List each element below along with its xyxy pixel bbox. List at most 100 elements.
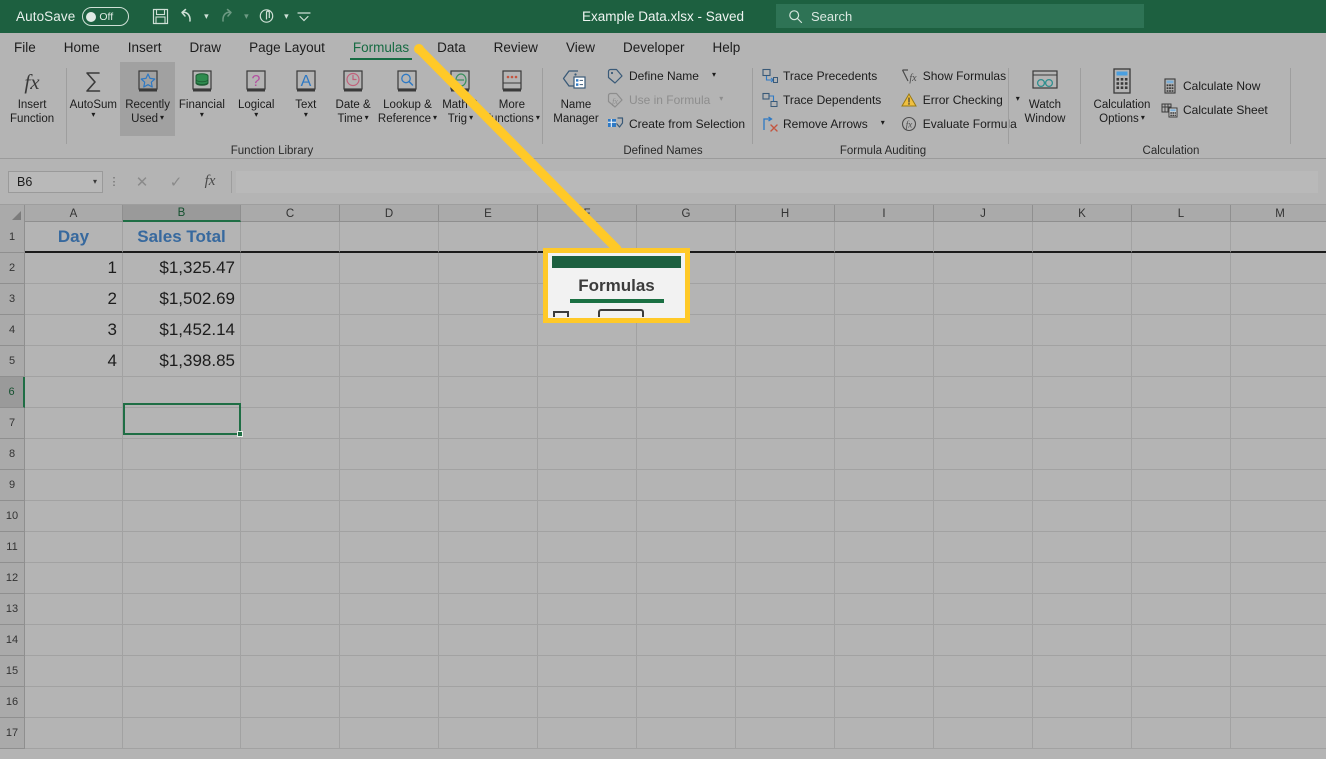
row-header-2[interactable]: 2 xyxy=(0,253,25,284)
column-header-L[interactable]: L xyxy=(1132,205,1231,222)
undo-icon[interactable] xyxy=(173,4,199,30)
tab-page-layout[interactable]: Page Layout xyxy=(235,33,339,62)
row-header-5[interactable]: 5 xyxy=(0,346,25,377)
create-from-selection-button[interactable]: Create from Selection xyxy=(604,112,748,136)
cell-B6[interactable] xyxy=(123,377,241,408)
cell-E1[interactable] xyxy=(439,222,538,253)
cell-D15[interactable] xyxy=(340,656,439,687)
cell-K16[interactable] xyxy=(1033,687,1132,718)
cell-C13[interactable] xyxy=(241,594,340,625)
cell-G11[interactable] xyxy=(637,532,736,563)
cell-B7[interactable] xyxy=(123,408,241,439)
cell-J16[interactable] xyxy=(934,687,1033,718)
cell-I2[interactable] xyxy=(835,253,934,284)
cell-D5[interactable] xyxy=(340,346,439,377)
column-header-C[interactable]: C xyxy=(241,205,340,222)
cell-A17[interactable] xyxy=(25,718,123,749)
cell-D8[interactable] xyxy=(340,439,439,470)
row-header-10[interactable]: 10 xyxy=(0,501,25,532)
row-header-7[interactable]: 7 xyxy=(0,408,25,439)
error-checking-button[interactable]: Error Checking ▾ xyxy=(898,88,1023,112)
cell-G14[interactable] xyxy=(637,625,736,656)
cell-I8[interactable] xyxy=(835,439,934,470)
cell-J9[interactable] xyxy=(934,470,1033,501)
cell-K14[interactable] xyxy=(1033,625,1132,656)
cell-M1[interactable] xyxy=(1231,222,1326,253)
tab-review[interactable]: Review xyxy=(480,33,552,62)
cell-M17[interactable] xyxy=(1231,718,1326,749)
cell-H8[interactable] xyxy=(736,439,835,470)
tab-help[interactable]: Help xyxy=(699,33,755,62)
name-box[interactable]: B6 ▾ xyxy=(8,170,103,193)
cell-E5[interactable] xyxy=(439,346,538,377)
cell-A9[interactable] xyxy=(25,470,123,501)
select-all-corner[interactable] xyxy=(0,205,25,222)
cell-K13[interactable] xyxy=(1033,594,1132,625)
cell-K10[interactable] xyxy=(1033,501,1132,532)
cell-K12[interactable] xyxy=(1033,563,1132,594)
row-header-11[interactable]: 11 xyxy=(0,532,25,563)
cell-J11[interactable] xyxy=(934,532,1033,563)
cell-L2[interactable] xyxy=(1132,253,1231,284)
trace-precedents-button[interactable]: Trace Precedents xyxy=(758,64,888,88)
row-header-14[interactable]: 14 xyxy=(0,625,25,656)
cell-I5[interactable] xyxy=(835,346,934,377)
tab-insert[interactable]: Insert xyxy=(114,33,176,62)
cell-K2[interactable] xyxy=(1033,253,1132,284)
cell-C5[interactable] xyxy=(241,346,340,377)
cell-G8[interactable] xyxy=(637,439,736,470)
cell-B11[interactable] xyxy=(123,532,241,563)
name-manager-button[interactable]: Name Manager xyxy=(548,62,604,136)
cell-C15[interactable] xyxy=(241,656,340,687)
cell-A16[interactable] xyxy=(25,687,123,718)
use-in-formula-button[interactable]: fx Use in Formula ▾ xyxy=(604,88,748,112)
cell-J4[interactable] xyxy=(934,315,1033,346)
cell-K7[interactable] xyxy=(1033,408,1132,439)
define-name-button[interactable]: Define Name ▾ xyxy=(604,64,748,88)
cell-F7[interactable] xyxy=(538,408,637,439)
cell-M9[interactable] xyxy=(1231,470,1326,501)
cell-L15[interactable] xyxy=(1132,656,1231,687)
cell-E2[interactable] xyxy=(439,253,538,284)
cell-B13[interactable] xyxy=(123,594,241,625)
cell-H5[interactable] xyxy=(736,346,835,377)
cell-B1[interactable]: Sales Total xyxy=(123,222,241,253)
watch-window-button[interactable]: Watch Window xyxy=(1016,62,1074,136)
cell-M14[interactable] xyxy=(1231,625,1326,656)
cell-C8[interactable] xyxy=(241,439,340,470)
autosum-chevron-down-icon[interactable]: ▾ xyxy=(91,111,95,119)
autosave-toggle[interactable]: Off xyxy=(82,7,130,26)
cell-D16[interactable] xyxy=(340,687,439,718)
cell-H17[interactable] xyxy=(736,718,835,749)
cell-A1[interactable]: Day xyxy=(25,222,123,253)
cell-G12[interactable] xyxy=(637,563,736,594)
cell-F17[interactable] xyxy=(538,718,637,749)
cell-D12[interactable] xyxy=(340,563,439,594)
cell-H12[interactable] xyxy=(736,563,835,594)
cell-H6[interactable] xyxy=(736,377,835,408)
cell-J6[interactable] xyxy=(934,377,1033,408)
cell-L3[interactable] xyxy=(1132,284,1231,315)
row-header-6[interactable]: 6 xyxy=(0,377,25,408)
cell-D17[interactable] xyxy=(340,718,439,749)
cell-E13[interactable] xyxy=(439,594,538,625)
cell-D14[interactable] xyxy=(340,625,439,656)
cell-K3[interactable] xyxy=(1033,284,1132,315)
cell-C7[interactable] xyxy=(241,408,340,439)
cell-I11[interactable] xyxy=(835,532,934,563)
cell-A11[interactable] xyxy=(25,532,123,563)
calculate-now-button[interactable]: Calculate Now xyxy=(1158,74,1271,98)
row-header-1[interactable]: 1 xyxy=(0,222,25,253)
cell-I3[interactable] xyxy=(835,284,934,315)
date-time-button[interactable]: Date & Time ▾ xyxy=(328,62,378,136)
column-header-J[interactable]: J xyxy=(934,205,1033,222)
column-header-A[interactable]: A xyxy=(25,205,123,222)
cell-F14[interactable] xyxy=(538,625,637,656)
cell-C16[interactable] xyxy=(241,687,340,718)
cell-B10[interactable] xyxy=(123,501,241,532)
cell-C1[interactable] xyxy=(241,222,340,253)
cell-L14[interactable] xyxy=(1132,625,1231,656)
cell-C17[interactable] xyxy=(241,718,340,749)
math-trig-button[interactable]: Math & Trig ▾ xyxy=(437,62,484,136)
cell-A2[interactable]: 1 xyxy=(25,253,123,284)
